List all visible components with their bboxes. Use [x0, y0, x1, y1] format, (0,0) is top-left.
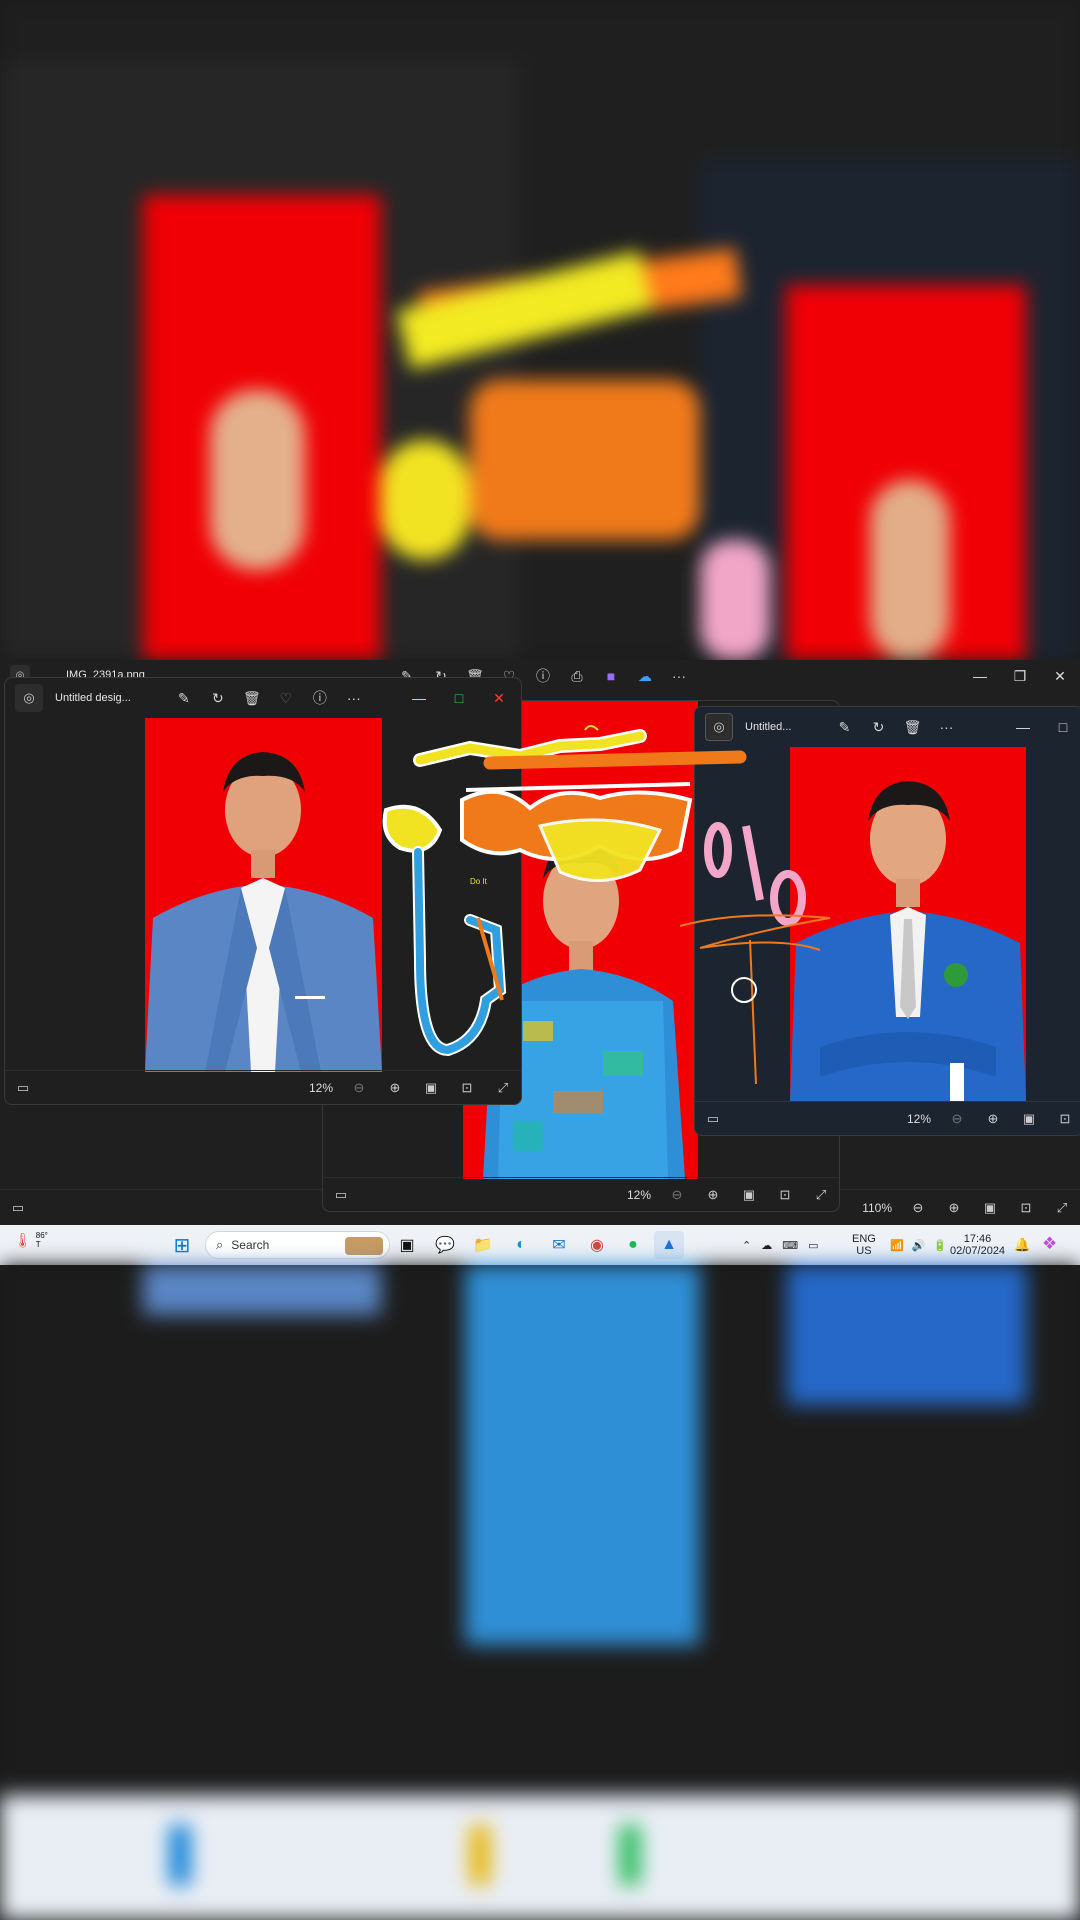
minimize-button[interactable]: — [1003, 711, 1043, 743]
clock-date: 02/07/2024 [950, 1245, 1006, 1257]
weather-widget[interactable]: 🌡 86° T [14, 1231, 48, 1249]
person-illustration [790, 781, 1026, 1101]
spotify-icon[interactable]: ● [618, 1231, 648, 1259]
zoom-out-icon[interactable]: ⊖ [341, 1073, 377, 1103]
more-icon[interactable]: ··· [929, 711, 963, 743]
fullscreen-icon[interactable]: ⤢ [485, 1073, 521, 1103]
zoom-level: 12% [906, 1111, 931, 1126]
keyboard-icon[interactable]: ⌨ [782, 1239, 798, 1252]
zoom-level: 110% [862, 1200, 892, 1215]
mail-icon[interactable]: ✉ [544, 1231, 574, 1259]
weather-temp: 86° [35, 1231, 48, 1240]
trash-icon[interactable]: 🗑 [235, 682, 269, 714]
fit-icon[interactable]: ▣ [1011, 1104, 1047, 1134]
print-icon[interactable]: ⎙ [560, 660, 594, 692]
start-button[interactable]: ⊞ [167, 1231, 197, 1259]
info-icon[interactable]: ⓘ [526, 660, 560, 692]
zoom-out-icon[interactable]: ⊖ [659, 1180, 695, 1210]
minimize-button[interactable]: — [960, 660, 1000, 692]
zoom-in-icon[interactable]: ⊕ [975, 1104, 1011, 1134]
actual-size-icon[interactable]: ⊡ [1008, 1193, 1044, 1223]
zoom-out-icon[interactable]: ⊖ [900, 1193, 936, 1223]
onedrive-icon[interactable]: ☁ [761, 1239, 772, 1252]
filmstrip-icon[interactable]: ▭ [0, 1193, 36, 1223]
weather-sub: T [35, 1240, 41, 1249]
wifi-icon[interactable]: 📶 [890, 1239, 904, 1252]
rotate-icon[interactable]: ↻ [201, 682, 235, 714]
edit-image-icon[interactable]: ✎ [827, 711, 861, 743]
taskbar: 🌡 86° T ⊞ ⌕ Search ▣ 💬 📁 ◐ ✉ ◉ ● ▲ ⌃ ☁ ⌨… [0, 1225, 1080, 1265]
photos-app-icon: ◎ [705, 713, 733, 741]
zoom-out-icon[interactable]: ⊖ [939, 1104, 975, 1134]
display-icon[interactable]: ▭ [808, 1239, 818, 1252]
photos-window-right: ◎ Untitled... ✎ ↻ 🗑 ··· — □ ▭ 12% ⊖ ⊕ ▣ … [694, 706, 1080, 1136]
file-explorer-icon[interactable]: 📁 [468, 1231, 498, 1259]
zoom-in-icon[interactable]: ⊕ [936, 1193, 972, 1223]
rotate-icon[interactable]: ↻ [861, 711, 895, 743]
info-icon[interactable]: ⓘ [303, 682, 337, 714]
cloud-icon[interactable]: ☁ [628, 660, 662, 692]
search-highlight-icon [345, 1237, 383, 1255]
person-illustration [145, 752, 382, 1072]
zoom-in-icon[interactable]: ⊕ [695, 1180, 731, 1210]
filmstrip-icon[interactable]: ▭ [323, 1180, 359, 1210]
fullscreen-icon[interactable]: ⤢ [803, 1180, 839, 1210]
window-title: Untitled desig... [55, 692, 131, 704]
filmstrip-icon[interactable]: ▭ [695, 1104, 731, 1134]
fit-icon[interactable]: ▣ [413, 1073, 449, 1103]
trash-icon[interactable]: 🗑 [895, 711, 929, 743]
copilot-icon[interactable]: ❖ [1042, 1234, 1057, 1254]
battery-icon[interactable]: 🔋 [933, 1239, 947, 1252]
actual-size-icon[interactable]: ⊡ [767, 1180, 803, 1210]
filmstrip-icon[interactable]: ▭ [5, 1073, 41, 1103]
edge-icon[interactable]: ◐ [506, 1231, 536, 1259]
lang-top: ENG [852, 1233, 876, 1245]
fit-icon[interactable]: ▣ [731, 1180, 767, 1210]
lang-bottom: US [856, 1245, 872, 1257]
zoom-level: 12% [308, 1080, 333, 1095]
heart-icon[interactable]: ♡ [269, 682, 303, 714]
search-box[interactable]: ⌕ Search [205, 1231, 390, 1259]
photos-window-left: ◎ Untitled desig... ✎ ↻ 🗑 ♡ ⓘ ··· — □ ✕ [4, 677, 522, 1105]
notification-bell-icon[interactable]: 🔔 [1014, 1237, 1030, 1253]
more-icon[interactable]: ··· [662, 660, 696, 692]
chevron-up-icon[interactable]: ⌃ [742, 1239, 751, 1252]
window-title: Untitled... [745, 721, 792, 733]
photos-app-icon: ◎ [15, 684, 43, 712]
language-indicator[interactable]: ENG US [852, 1225, 876, 1265]
task-view-icon[interactable]: ▣ [392, 1231, 422, 1259]
blurred-backdrop-bottom [0, 1265, 1080, 1920]
maximize-button[interactable]: □ [439, 682, 479, 714]
volume-icon[interactable]: 🔊 [912, 1239, 926, 1252]
fullscreen-icon[interactable]: ⤢ [1044, 1193, 1080, 1223]
edit-image-icon[interactable]: ✎ [167, 682, 201, 714]
restore-button[interactable]: ❐ [1000, 660, 1040, 692]
maximize-button[interactable]: □ [1043, 711, 1080, 743]
clipchamp-icon[interactable]: ■ [594, 660, 628, 692]
search-icon: ⌕ [216, 1237, 224, 1252]
chat-icon[interactable]: 💬 [430, 1231, 460, 1259]
more-icon[interactable]: ··· [337, 682, 371, 714]
photo-suit-grey [145, 718, 382, 1072]
minimize-button[interactable]: — [399, 682, 439, 714]
clock[interactable]: 17:46 02/07/2024 [950, 1225, 1005, 1265]
fit-icon[interactable]: ▣ [972, 1193, 1008, 1223]
zoom-in-icon[interactable]: ⊕ [377, 1073, 413, 1103]
actual-size-icon[interactable]: ⊡ [449, 1073, 485, 1103]
chrome-icon[interactable]: ◉ [582, 1231, 612, 1259]
close-button[interactable]: ✕ [1040, 660, 1080, 692]
blurred-backdrop-top [0, 0, 1080, 660]
photo-suit-blue [790, 747, 1026, 1101]
photos-taskbar-icon[interactable]: ▲ [654, 1231, 684, 1259]
thermometer-icon: 🌡 [14, 1231, 32, 1248]
actual-size-icon[interactable]: ⊡ [1047, 1104, 1080, 1134]
close-button[interactable]: ✕ [479, 682, 519, 714]
search-placeholder: Search [231, 1238, 270, 1252]
clock-time: 17:46 [963, 1233, 992, 1245]
zoom-level: 12% [626, 1187, 651, 1202]
desktop-screenshot: ◎ IMG_2391a.png ✎ ↻ 🗑 ♡ ⓘ ⎙ ■ ☁ ··· — ❐ … [0, 0, 1080, 1920]
